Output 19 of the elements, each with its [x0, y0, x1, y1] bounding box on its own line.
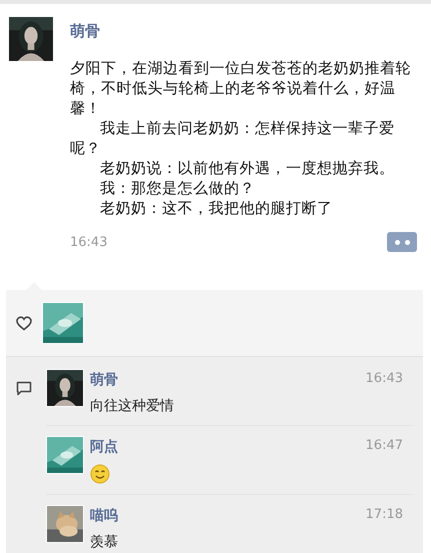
author-name[interactable]: 萌骨: [70, 16, 421, 44]
heart-icon: [16, 316, 32, 330]
post-text: 老奶奶说：以前他有外遇，一度想抛弃我。: [99, 158, 396, 178]
post-text: 夕阳下，在湖边看到一位白发苍苍的老奶奶推着轮椅，不时低头与轮椅上的老爷爷说着什么，好温馨！: [70, 58, 412, 118]
commenter-name[interactable]: 喵呜: [90, 505, 118, 525]
comment-text: 向往这种爱情: [90, 397, 174, 415]
comment-menu-button[interactable]: [387, 232, 417, 252]
post-text: 我：那您是怎么做的？: [99, 178, 256, 198]
post-text: 我走上前去问老奶奶：怎样保持这一辈子爱呢？: [70, 118, 396, 158]
smiley-icon: [90, 464, 110, 484]
comment-icon: [16, 381, 32, 396]
commenter-name[interactable]: 萌骨: [90, 369, 118, 389]
commenter-name[interactable]: 阿点: [90, 436, 118, 456]
post-time: 16:43: [70, 234, 108, 250]
comment-time: 16:47: [366, 437, 403, 453]
comment-time: 17:18: [366, 506, 403, 522]
comment-time: 16:43: [366, 370, 403, 386]
comment-text: 羡慕: [90, 533, 118, 551]
post-text: 老奶奶：这不，我把他的腿打断了: [99, 198, 334, 218]
